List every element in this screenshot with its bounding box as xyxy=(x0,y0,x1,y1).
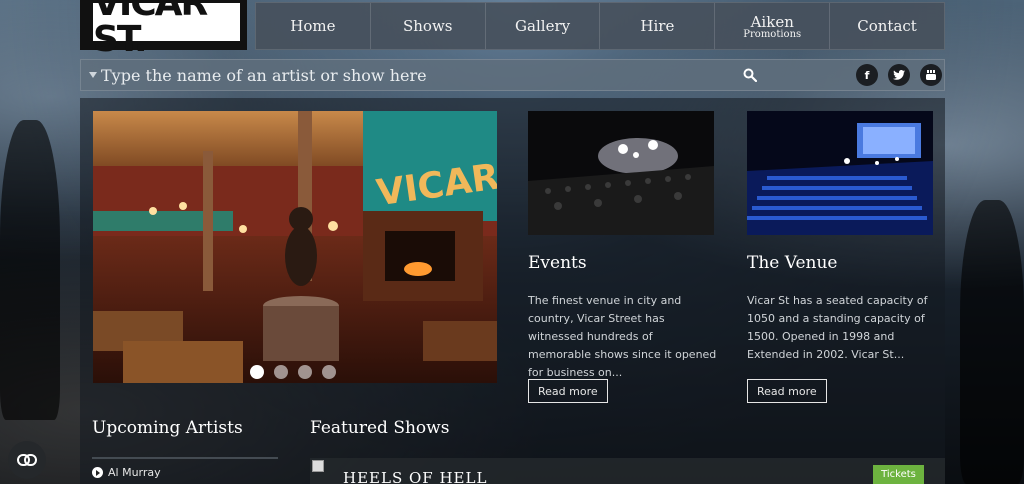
youtube-icon[interactable] xyxy=(920,64,942,86)
venue-photo[interactable] xyxy=(747,111,933,235)
slider-dot[interactable] xyxy=(298,365,312,379)
nav-label: Contact xyxy=(857,17,917,35)
venue-description: Vicar St has a seated capacity of 1050 a… xyxy=(747,294,928,361)
divider xyxy=(92,457,278,459)
venue-seating-image xyxy=(747,111,933,235)
twitter-icon[interactable] xyxy=(888,64,910,86)
search-bar: f xyxy=(80,59,945,91)
slider-pagination xyxy=(250,365,336,379)
events-photo[interactable] xyxy=(528,111,714,235)
venue-read-more-button[interactable]: Read more xyxy=(747,379,827,403)
dropdown-caret-icon[interactable] xyxy=(89,72,97,78)
nav-item-hire[interactable]: Hire xyxy=(600,3,716,49)
image-slider[interactable]: VICAR xyxy=(93,111,497,383)
slider-dot[interactable] xyxy=(250,365,264,379)
featured-show-title[interactable]: HEELS OF HELL xyxy=(343,469,487,484)
events-read-more-button[interactable]: Read more xyxy=(528,379,608,403)
slider-dot[interactable] xyxy=(274,365,288,379)
site-logo[interactable]: VICAR ST. xyxy=(80,0,247,58)
upcoming-artists-heading: Upcoming Artists xyxy=(92,418,243,438)
crowd-silhouette-left xyxy=(0,120,60,420)
nav-item-gallery[interactable]: Gallery xyxy=(486,3,601,49)
broken-image-icon xyxy=(312,460,324,472)
nav-label: Hire xyxy=(640,17,675,35)
concert-crowd-image xyxy=(528,111,714,235)
crowd-silhouette-right xyxy=(960,200,1024,484)
nav-label: Home xyxy=(290,17,336,35)
logo-text: VICAR ST. xyxy=(91,0,242,58)
nav-item-aiken-promotions[interactable]: Aiken Promotions xyxy=(715,3,831,49)
search-icon[interactable] xyxy=(743,68,757,82)
venue-bar-photo: VICAR xyxy=(93,111,497,383)
search-input[interactable] xyxy=(101,63,721,88)
events-title[interactable]: Events xyxy=(528,253,587,273)
main-nav: Home Shows Gallery Hire Aiken Promotions… xyxy=(255,2,945,50)
events-description: The finest venue in city and country, Vi… xyxy=(528,294,717,379)
nav-item-contact[interactable]: Contact xyxy=(830,3,944,49)
link-icon xyxy=(17,454,37,466)
facebook-icon[interactable]: f xyxy=(856,64,878,86)
artist-list-item[interactable]: Al Murray xyxy=(92,466,161,479)
nav-sublabel: Promotions xyxy=(743,28,802,40)
tickets-button[interactable]: Tickets xyxy=(873,465,924,484)
artist-name: Al Murray xyxy=(108,466,161,479)
nav-label: Shows xyxy=(402,17,453,35)
play-bullet-icon xyxy=(92,467,103,478)
featured-shows-heading: Featured Shows xyxy=(310,418,450,438)
venue-title[interactable]: The Venue xyxy=(747,253,838,273)
nav-label: Gallery xyxy=(515,17,571,35)
nav-item-shows[interactable]: Shows xyxy=(371,3,486,49)
nav-item-home[interactable]: Home xyxy=(256,3,371,49)
slider-dot[interactable] xyxy=(322,365,336,379)
accessibility-link-button[interactable] xyxy=(8,441,46,479)
